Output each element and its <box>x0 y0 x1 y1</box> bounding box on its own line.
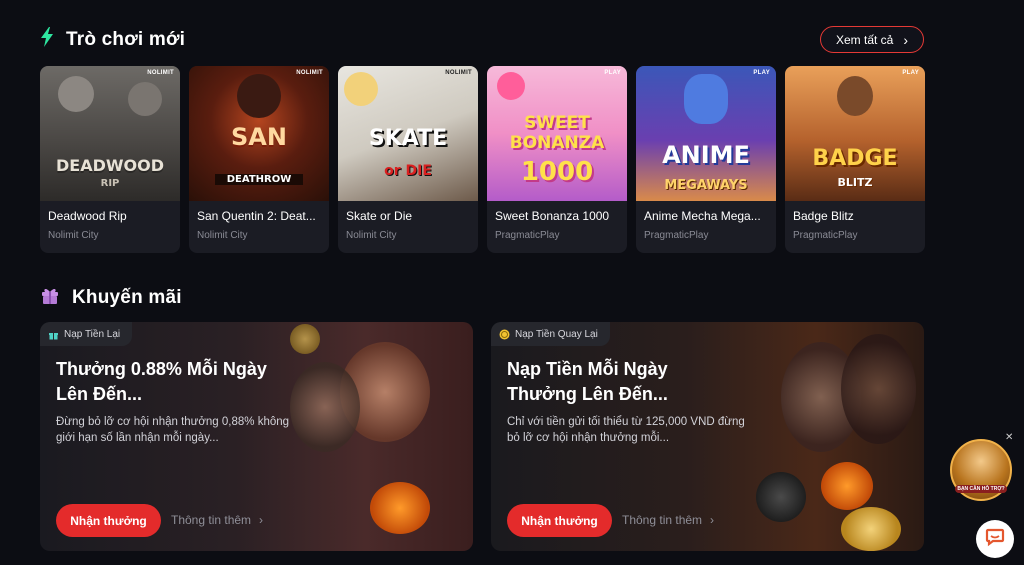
game-logo-sub: BLITZ <box>837 176 873 189</box>
game-name: Anime Mecha Mega... <box>644 209 761 223</box>
provider-logo: PLAY <box>902 70 919 76</box>
gift-icon <box>40 285 60 310</box>
game-name: Skate or Die <box>346 209 413 223</box>
game-logo: SAN <box>231 123 287 151</box>
game-provider: Nolimit City <box>346 230 397 241</box>
provider-logo: NOLIMIT <box>445 70 472 76</box>
game-card[interactable]: NOLIMIT DEADWOOD RIP Deadwood Rip Nolimi… <box>40 66 180 253</box>
provider-logo: PLAY <box>604 70 621 76</box>
provider-logo: PLAY <box>753 70 770 76</box>
new-games-header: Trò chơi mới <box>40 27 185 52</box>
game-provider: PragmaticPlay <box>793 230 858 241</box>
game-thumbnail: PLAY ANIME MEGAWAYS <box>636 66 776 201</box>
game-logo-sub: DEATHROW <box>215 174 303 185</box>
promo-card[interactable]: Nạp Tiền Quay Lại Nạp Tiền Mỗi Ngày Thưở… <box>491 322 924 551</box>
game-card[interactable]: PLAY BADGE BLITZ Badge Blitz PragmaticPl… <box>785 66 925 253</box>
support-badge[interactable]: BẠN CẦN HỖ TRỢ? <box>950 439 1012 501</box>
game-name: Badge Blitz <box>793 209 854 223</box>
promo-title: Thưởng 0.88% Mỗi Ngày Lên Đến... <box>56 359 267 404</box>
game-provider: Nolimit City <box>197 230 248 241</box>
game-name: San Quentin 2: Deat... <box>197 209 316 223</box>
promo-tag: Nạp Tiền Lại <box>40 322 133 346</box>
view-all-label: Xem tất cả <box>835 32 894 47</box>
more-info-label: Thông tin thêm <box>622 513 703 527</box>
new-games-list: NOLIMIT DEADWOOD RIP Deadwood Rip Nolimi… <box>40 66 925 253</box>
game-thumbnail: PLAY BADGE BLITZ <box>785 66 925 201</box>
promo-tag-label: Nạp Tiền Lại <box>64 328 121 340</box>
game-card[interactable]: PLAY SWEET BONANZA 1000 Sweet Bonanza 10… <box>487 66 627 253</box>
game-thumbnail: NOLIMIT SKATE or DIE <box>338 66 478 201</box>
chat-icon <box>985 527 1005 552</box>
promo-title: Nạp Tiền Mỗi Ngày Thưởng Lên Đến... <box>507 359 668 404</box>
game-thumbnail: NOLIMIT DEADWOOD RIP <box>40 66 180 201</box>
game-thumbnail: NOLIMIT SAN DEATHROW <box>189 66 329 201</box>
game-logo: ANIME <box>662 141 750 169</box>
game-logo: BADGE <box>812 146 898 171</box>
game-card[interactable]: NOLIMIT SAN DEATHROW San Quentin 2: Deat… <box>189 66 329 253</box>
game-thumbnail: PLAY SWEET BONANZA 1000 <box>487 66 627 201</box>
chevron-right-icon: › <box>259 513 264 527</box>
promo-description: Chỉ với tiền gửi tối thiểu từ 125,000 VN… <box>507 416 745 444</box>
view-all-button[interactable]: Xem tất cả › <box>820 26 924 53</box>
promo-tag-label: Nạp Tiền Quay Lại <box>515 328 598 340</box>
provider-logo: NOLIMIT <box>147 70 174 76</box>
close-icon[interactable]: ✕ <box>1005 432 1013 443</box>
game-name: Deadwood Rip <box>48 209 127 223</box>
game-provider: PragmaticPlay <box>495 230 560 241</box>
lightning-icon <box>40 27 54 52</box>
promo-description: Đừng bỏ lỡ cơ hội nhận thưởng 0,88% khôn… <box>56 416 290 444</box>
provider-logo: NOLIMIT <box>296 70 323 76</box>
game-logo-sub: MEGAWAYS <box>664 178 748 193</box>
promo-card[interactable]: Nạp Tiền Lại Thưởng 0.88% Mỗi Ngày Lên Đ… <box>40 322 473 551</box>
game-logo: DEADWOOD <box>55 156 164 175</box>
promo-tag: Nạp Tiền Quay Lại <box>491 322 610 346</box>
chevron-right-icon: › <box>710 513 715 527</box>
chevron-right-icon: › <box>903 31 909 48</box>
new-games-title: Trò chơi mới <box>66 28 186 50</box>
game-provider: Nolimit City <box>48 230 99 241</box>
support-badge-label: BẠN CẦN HỖ TRỢ? <box>955 485 1007 493</box>
claim-reward-button[interactable]: Nhận thưởng <box>56 504 161 537</box>
promotions-header: Khuyến mãi <box>40 285 182 310</box>
promotions-title: Khuyến mãi <box>72 286 182 308</box>
gift-icon <box>48 329 59 340</box>
game-logo-sub: 1000 <box>520 157 594 187</box>
game-card[interactable]: PLAY ANIME MEGAWAYS Anime Mecha Mega... … <box>636 66 776 253</box>
game-logo: SKATE <box>368 126 448 151</box>
game-logo: SWEET BONANZA <box>509 113 605 153</box>
more-info-link[interactable]: Thông tin thêm › <box>171 513 263 527</box>
game-logo-sub: or DIE <box>384 163 432 179</box>
game-logo-sub: RIP <box>100 178 120 189</box>
live-chat-button[interactable] <box>976 520 1014 558</box>
claim-reward-button[interactable]: Nhận thưởng <box>507 504 612 537</box>
game-card[interactable]: NOLIMIT SKATE or DIE Skate or Die Nolimi… <box>338 66 478 253</box>
more-info-link[interactable]: Thông tin thêm › <box>622 513 714 527</box>
game-provider: PragmaticPlay <box>644 230 709 241</box>
game-name: Sweet Bonanza 1000 <box>495 209 610 223</box>
coin-icon <box>499 329 510 340</box>
more-info-label: Thông tin thêm <box>171 513 252 527</box>
